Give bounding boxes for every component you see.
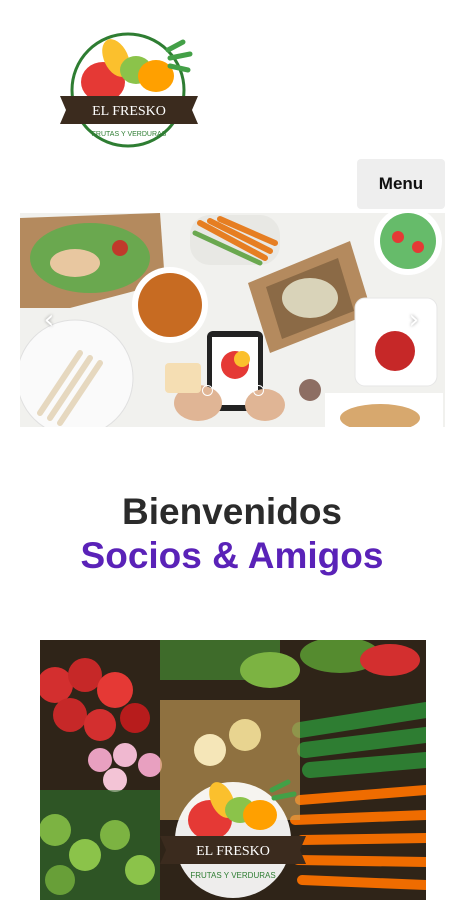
welcome-title: Bienvenidos [122, 491, 342, 532]
menu-button[interactable]: Menu [357, 159, 445, 209]
chevron-left-icon[interactable]: ‹ [34, 305, 64, 335]
banner-brand-name: EL FRESKO [196, 844, 270, 859]
carousel-dot[interactable] [253, 385, 264, 396]
carousel-dot[interactable] [219, 385, 230, 396]
brand-tagline: FRUTAS Y VERDURAS [92, 131, 167, 138]
banner-brand-tagline: FRUTAS Y VERDURAS [190, 871, 275, 880]
image-carousel[interactable]: ‹ › [20, 213, 445, 427]
carousel-indicators [202, 385, 264, 396]
brand-logo[interactable]: EL FRESKO FRUTAS Y VERDURAS [58, 30, 208, 150]
brand-name: EL FRESKO [92, 104, 166, 119]
welcome-section: Bienvenidos Socios & Amigos [0, 490, 464, 578]
carousel-dot[interactable] [202, 385, 213, 396]
carousel-dot-active[interactable] [236, 385, 247, 396]
chevron-right-icon[interactable]: › [399, 305, 429, 335]
welcome-subtitle: Socios & Amigos [80, 535, 384, 576]
produce-banner-image: EL FRESKO FRUTAS Y VERDURAS [40, 640, 426, 900]
